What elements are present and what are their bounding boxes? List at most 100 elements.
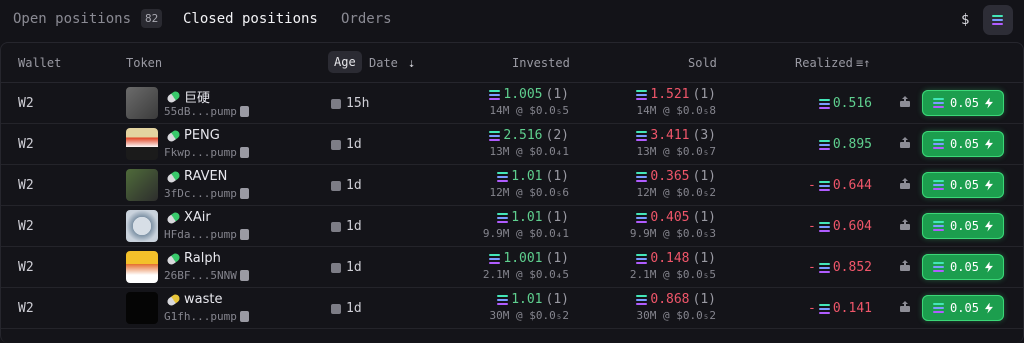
solana-icon <box>933 221 945 231</box>
position-age-text: 1d <box>346 260 362 275</box>
quick-buy-button[interactable]: 0.05 <box>922 90 1004 116</box>
sold-tx-count: (1) <box>692 169 716 184</box>
table-row[interactable]: W2 巨硬 55dB...pump 15h 1.005 (1) 14M @ $0… <box>1 83 1023 124</box>
table-row[interactable]: W2 waste G1fh...pump 1d 1.01 (1) 30M @ $… <box>1 288 1023 329</box>
token-name-text: waste <box>184 292 223 307</box>
sold-amount: 1.521 <box>650 87 690 102</box>
quick-buy-button[interactable]: 0.05 <box>922 172 1004 198</box>
position-age: 1d <box>331 137 362 152</box>
quick-buy-button[interactable]: 0.05 <box>922 254 1004 280</box>
wallet-label: W2 <box>18 301 34 316</box>
col-invested-header: Invested <box>512 56 570 70</box>
invested-amount: 1.01 <box>511 169 543 184</box>
table-row[interactable]: W2 Ralph 26BF...5NNW 1d 1.001 (1) 2.1M @… <box>1 247 1023 288</box>
solana-icon <box>818 262 830 273</box>
realized-sign: - <box>808 301 816 316</box>
share-icon[interactable] <box>899 96 911 108</box>
copy-icon[interactable] <box>239 270 249 281</box>
pill-icon <box>165 89 182 104</box>
solana-icon <box>636 294 648 305</box>
sold-detail: 2.1M @ $0.0₅5 <box>629 268 716 281</box>
token-name[interactable]: 巨硬 <box>165 87 211 106</box>
clock-icon <box>331 221 341 232</box>
token-name-text: XAir <box>184 210 211 225</box>
invested-tx-count: (1) <box>545 251 569 266</box>
realized-amount: 0.644 <box>832 178 872 193</box>
table-row[interactable]: W2 RAVEN 3fDc...pump 1d 1.01 (1) 12M @ $… <box>1 165 1023 206</box>
invested-tx-count: (1) <box>545 292 569 307</box>
token-name[interactable]: waste <box>165 292 223 307</box>
usd-currency-toggle[interactable]: $ <box>961 12 969 28</box>
quick-buy-amount: 0.05 <box>950 178 979 192</box>
invested-tx-count: (2) <box>545 128 569 143</box>
sold-cell: 0.148 (1) 2.1M @ $0.0₅5 <box>630 251 716 281</box>
token-name[interactable]: PENG <box>165 128 220 143</box>
realized-sort-icon[interactable]: ≡↑ <box>856 56 870 70</box>
share-icon[interactable] <box>899 260 911 272</box>
token-name-text: Ralph <box>184 251 221 266</box>
token-address: Fkwp...pump <box>164 146 249 159</box>
col-token-header: Token <box>126 56 163 70</box>
copy-icon[interactable] <box>239 106 249 117</box>
token-address: G1fh...pump <box>164 310 249 323</box>
table-row[interactable]: W2 XAir HFda...pump 1d 1.01 (1) 9.9M @ $… <box>1 206 1023 247</box>
lightning-icon <box>984 220 993 232</box>
col-sold-header: Sold <box>688 56 717 70</box>
token-address: 26BF...5NNW <box>164 269 249 282</box>
token-name-text: 巨硬 <box>184 91 211 106</box>
sold-detail: 13M @ $0.0₅7 <box>636 145 716 158</box>
quick-buy-button[interactable]: 0.05 <box>922 213 1004 239</box>
solana-icon <box>489 89 501 100</box>
realized-sign: - <box>808 219 816 234</box>
sort-by-age-button[interactable]: Age <box>328 51 362 73</box>
tab-closed-positions-label: Closed positions <box>183 11 318 27</box>
wallet-label: W2 <box>18 178 34 193</box>
position-age-text: 15h <box>346 96 370 111</box>
sol-currency-toggle[interactable] <box>983 5 1013 35</box>
token-name[interactable]: XAir <box>165 210 211 225</box>
token-address-text: 55dB...pump <box>164 105 237 118</box>
invested-detail: 2.1M @ $0.0₄5 <box>482 268 569 281</box>
sort-by-date-button[interactable]: Date <box>369 56 398 70</box>
position-age-text: 1d <box>346 301 362 316</box>
col-realized-header[interactable]: Realized <box>795 56 853 70</box>
copy-icon[interactable] <box>239 188 249 199</box>
closed-positions-table: Wallet Token Age Date ⇣ Invested Sold Re… <box>0 42 1024 343</box>
quick-buy-button[interactable]: 0.05 <box>922 295 1004 321</box>
token-avatar <box>126 128 158 160</box>
share-icon[interactable] <box>899 178 911 190</box>
position-age: 1d <box>331 301 362 316</box>
solana-icon <box>933 180 945 190</box>
share-icon[interactable] <box>899 137 911 149</box>
solana-icon <box>636 171 648 182</box>
token-address-text: Fkwp...pump <box>164 146 237 159</box>
tab-orders[interactable]: Orders <box>341 11 392 27</box>
token-address-text: 3fDc...pump <box>164 187 237 200</box>
invested-cell: 1.01 (1) 30M @ $0.0₅2 <box>490 292 569 322</box>
copy-icon[interactable] <box>239 229 249 240</box>
quick-buy-amount: 0.05 <box>950 301 979 315</box>
copy-icon[interactable] <box>239 147 249 158</box>
tab-closed-positions[interactable]: Closed positions <box>183 11 318 27</box>
tab-open-positions[interactable]: Open positions 82 <box>13 9 163 28</box>
share-icon[interactable] <box>899 219 911 231</box>
quick-buy-button[interactable]: 0.05 <box>922 131 1004 157</box>
token-address-text: G1fh...pump <box>164 310 237 323</box>
sold-tx-count: (1) <box>692 210 716 225</box>
token-name[interactable]: Ralph <box>165 251 221 266</box>
sort-direction-icon[interactable]: ⇣ <box>408 56 415 70</box>
copy-icon[interactable] <box>239 311 249 322</box>
realized-pnl: - 0.141 <box>808 301 872 316</box>
realized-amount: 0.852 <box>832 260 872 275</box>
realized-amount: 0.895 <box>832 137 872 152</box>
sold-amount: 3.411 <box>650 128 690 143</box>
solana-icon <box>933 98 945 108</box>
table-row[interactable]: W2 PENG Fkwp...pump 1d 2.516 (2) 13M @ $… <box>1 124 1023 165</box>
token-avatar <box>126 87 158 119</box>
share-icon[interactable] <box>899 301 911 313</box>
token-name[interactable]: RAVEN <box>165 169 227 184</box>
position-age: 1d <box>331 260 362 275</box>
position-age-text: 1d <box>346 178 362 193</box>
sold-cell: 3.411 (3) 13M @ $0.0₅7 <box>636 128 716 158</box>
position-age-text: 1d <box>346 137 362 152</box>
